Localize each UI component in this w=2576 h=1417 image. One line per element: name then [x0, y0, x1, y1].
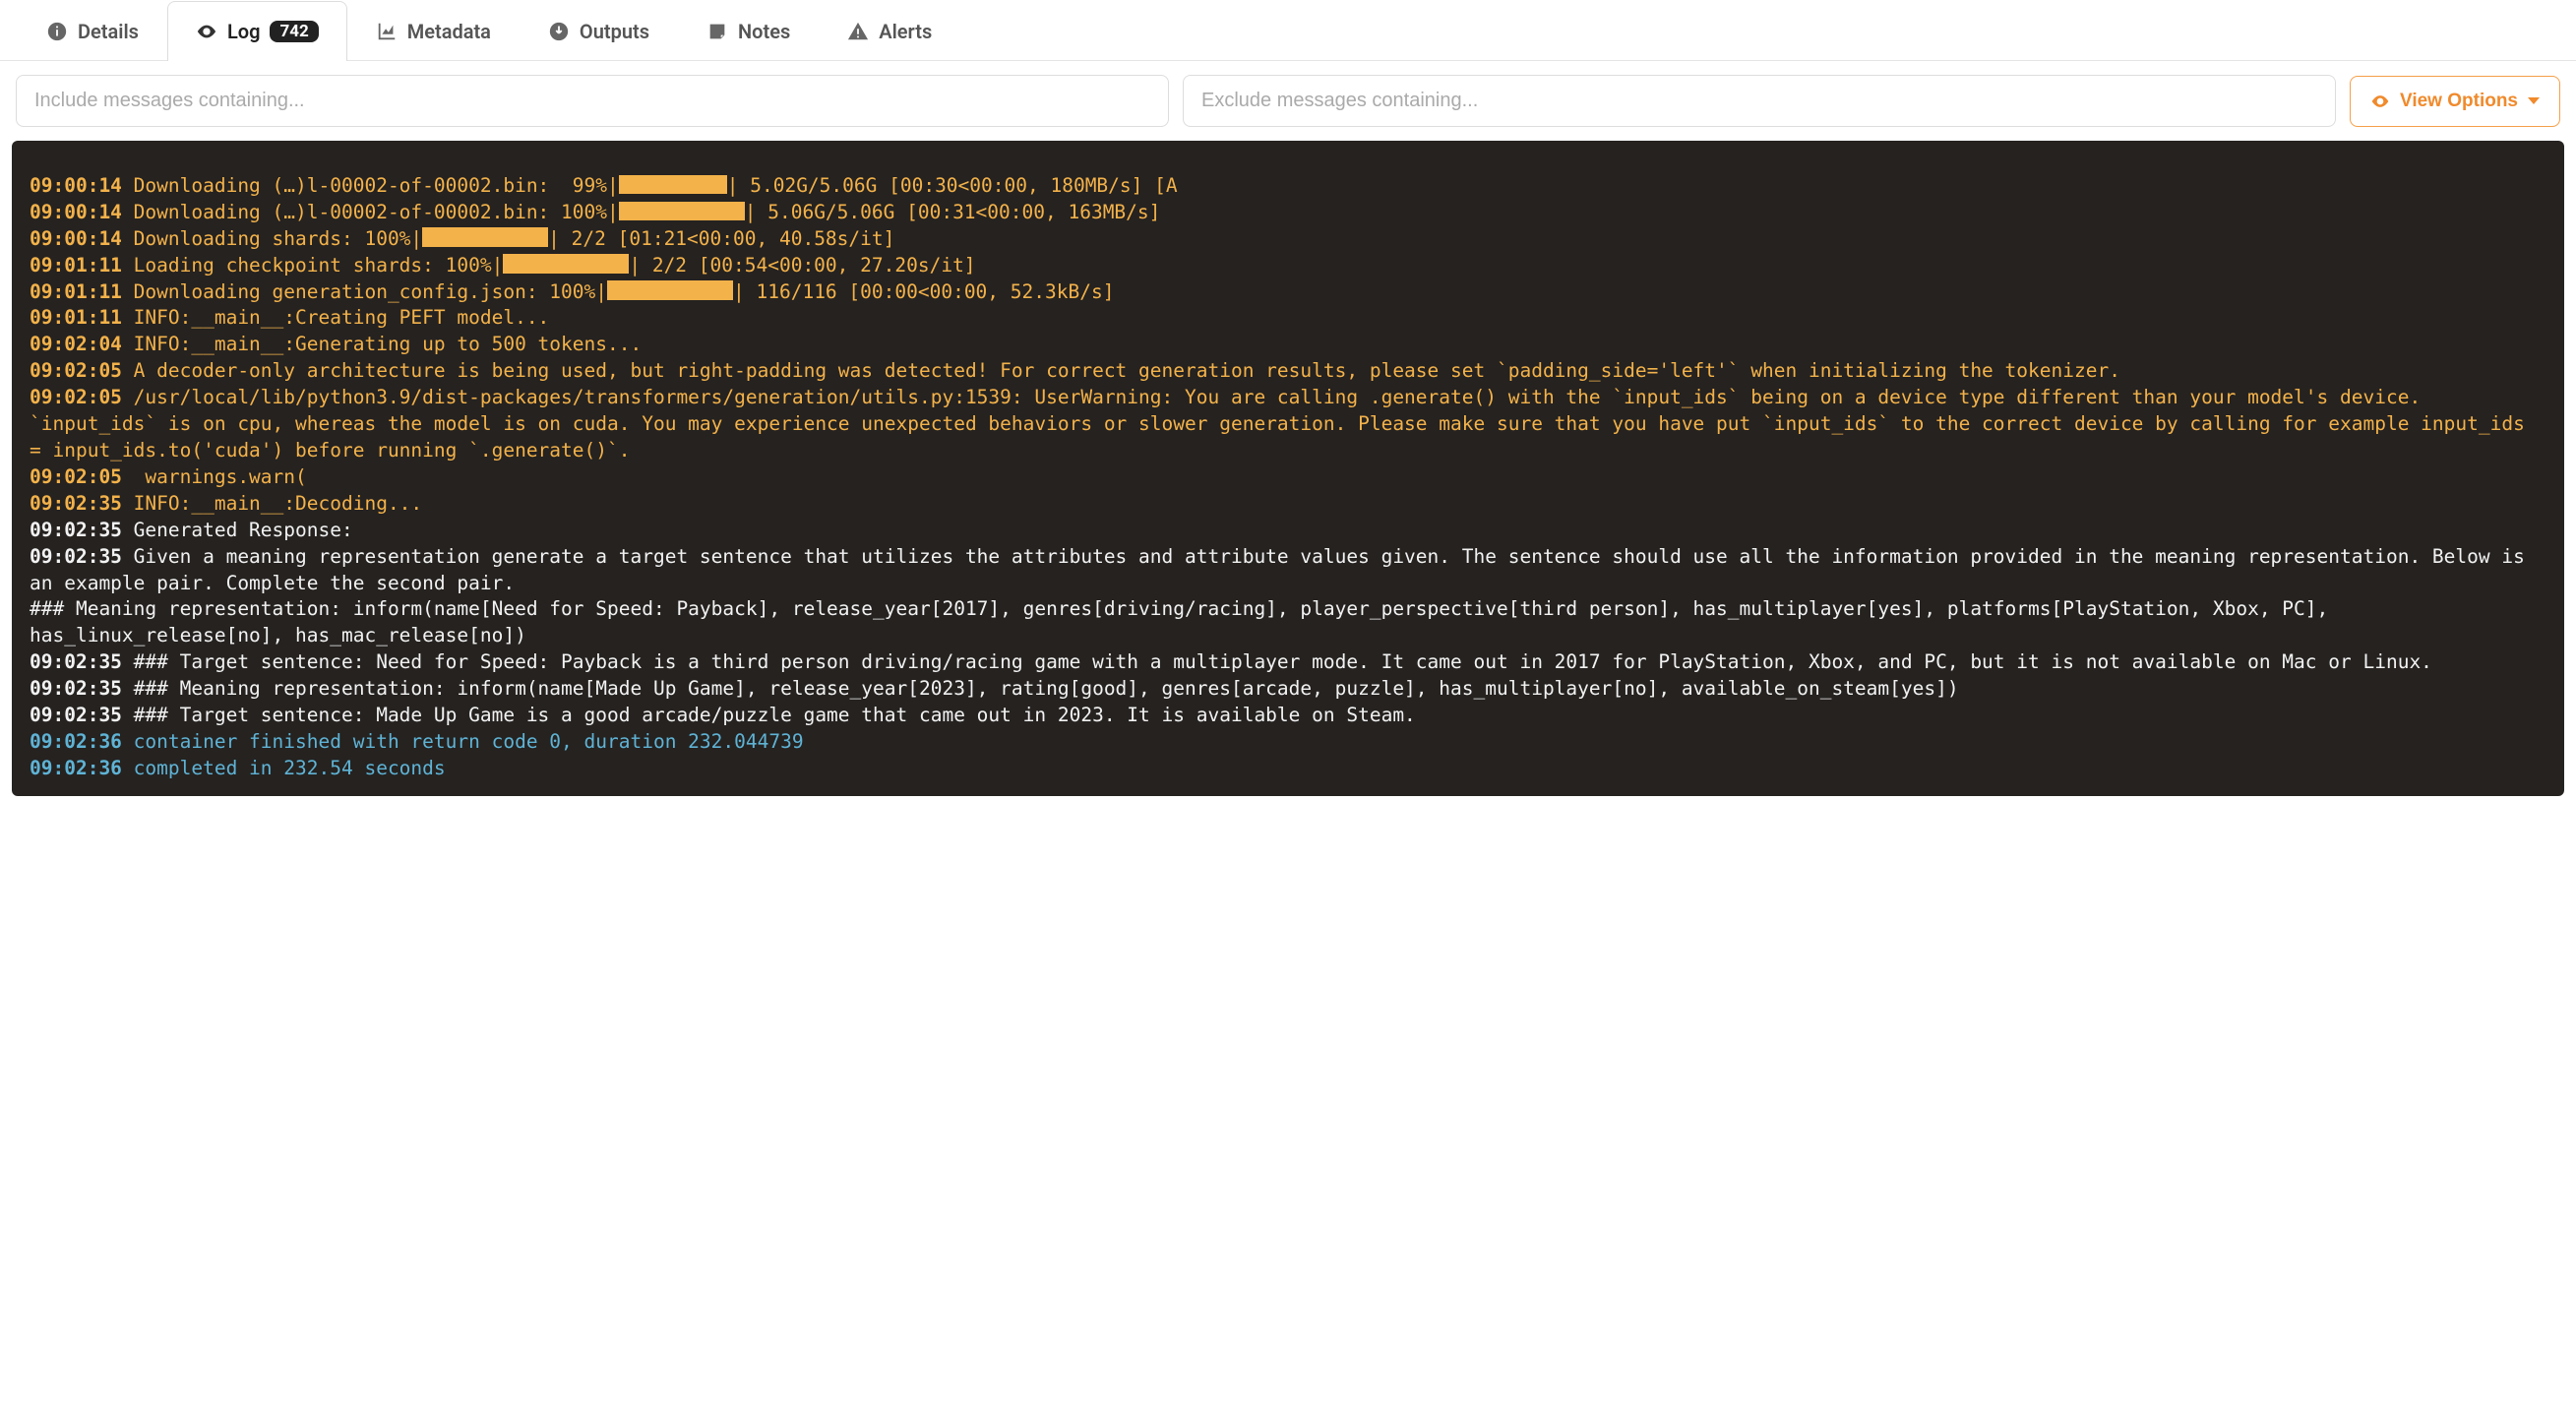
log-line: 09:02:35 ### Target sentence: Made Up Ga…: [30, 703, 2546, 729]
tab-outputs[interactable]: Outputs: [520, 1, 678, 61]
log-timestamp: 09:01:11: [30, 280, 122, 303]
log-timestamp: 09:02:35: [30, 492, 122, 515]
tab-metadata[interactable]: Metadata: [347, 1, 520, 61]
log-timestamp: 09:02:05: [30, 465, 122, 488]
log-line: 09:02:35 Generated Response:: [30, 518, 2546, 544]
log-timestamp: 09:00:14: [30, 201, 122, 223]
log-line: 09:02:04 INFO:__main__:Generating up to …: [30, 332, 2546, 358]
log-line: [30, 147, 2546, 173]
tab-label: Outputs: [580, 20, 649, 43]
tab-label: Alerts: [879, 20, 932, 43]
log-line: 09:02:35 INFO:__main__:Decoding...: [30, 491, 2546, 518]
log-timestamp: 09:00:14: [30, 174, 122, 197]
progress-bar: [619, 175, 727, 195]
log-timestamp: 09:02:35: [30, 650, 122, 673]
log-line: 09:00:14 Downloading shards: 100%|| 2/2 …: [30, 226, 2546, 253]
log-timestamp: 09:02:35: [30, 704, 122, 726]
view-options-button[interactable]: View Options: [2350, 76, 2560, 127]
log-timestamp: 09:02:35: [30, 519, 122, 541]
progress-bar: [503, 254, 629, 274]
tab-label: Metadata: [407, 20, 491, 43]
log-line: 09:02:05 /usr/local/lib/python3.9/dist-p…: [30, 385, 2546, 464]
download-icon: [548, 21, 570, 42]
tab-label: Details: [78, 20, 139, 43]
log-line: 09:02:36 container finished with return …: [30, 729, 2546, 756]
log-pane[interactable]: 09:00:14 Downloading (…)l-00002-of-00002…: [12, 141, 2564, 796]
info-icon: [46, 21, 68, 42]
include-filter-input[interactable]: [16, 75, 1169, 127]
tab-label: Log: [227, 20, 261, 43]
log-timestamp: 09:02:36: [30, 730, 122, 753]
log-timestamp: 09:00:14: [30, 227, 122, 250]
tab-details[interactable]: Details: [18, 1, 167, 61]
note-icon: [706, 21, 728, 42]
progress-bar: [619, 202, 745, 221]
progress-bar: [422, 227, 548, 247]
eye-icon: [2370, 92, 2390, 111]
log-line: 09:02:35 ### Meaning representation: inf…: [30, 676, 2546, 703]
chart-icon: [376, 21, 398, 42]
tab-notes[interactable]: Notes: [678, 1, 819, 61]
tab-log[interactable]: Log 742: [167, 1, 347, 61]
log-timestamp: 09:02:04: [30, 333, 122, 355]
eye-icon: [196, 21, 217, 42]
log-line: 09:02:05 warnings.warn(: [30, 464, 2546, 491]
log-line: 09:00:14 Downloading (…)l-00002-of-00002…: [30, 200, 2546, 226]
tab-alerts[interactable]: Alerts: [819, 1, 960, 61]
log-line: 09:02:35 Given a meaning representation …: [30, 544, 2546, 650]
log-timestamp: 09:02:05: [30, 359, 122, 382]
log-line: 09:01:11 INFO:__main__:Creating PEFT mod…: [30, 305, 2546, 332]
log-line: 09:02:05 A decoder-only architecture is …: [30, 358, 2546, 385]
log-timestamp: 09:02:36: [30, 757, 122, 779]
tab-badge: 742: [270, 21, 318, 42]
exclude-filter-input[interactable]: [1183, 75, 2336, 127]
chevron-down-icon: [2528, 97, 2540, 104]
log-line: 09:02:36 completed in 232.54 seconds: [30, 756, 2546, 782]
progress-bar: [607, 280, 733, 300]
tabs-bar: Details Log 742 Metadata Outputs Notes A…: [0, 0, 2576, 61]
tab-label: Notes: [738, 20, 790, 43]
log-line: 09:01:11 Loading checkpoint shards: 100%…: [30, 253, 2546, 279]
log-line: 09:00:14 Downloading (…)l-00002-of-00002…: [30, 173, 2546, 200]
view-options-label: View Options: [2400, 91, 2518, 112]
filter-row: View Options: [0, 61, 2576, 141]
log-line: 09:01:11 Downloading generation_config.j…: [30, 279, 2546, 306]
log-timestamp: 09:01:11: [30, 254, 122, 277]
log-line: 09:02:35 ### Target sentence: Need for S…: [30, 649, 2546, 676]
log-timestamp: 09:01:11: [30, 306, 122, 329]
warning-icon: [847, 21, 869, 42]
log-timestamp: 09:02:35: [30, 545, 122, 568]
log-timestamp: 09:02:35: [30, 677, 122, 700]
log-timestamp: 09:02:05: [30, 386, 122, 408]
